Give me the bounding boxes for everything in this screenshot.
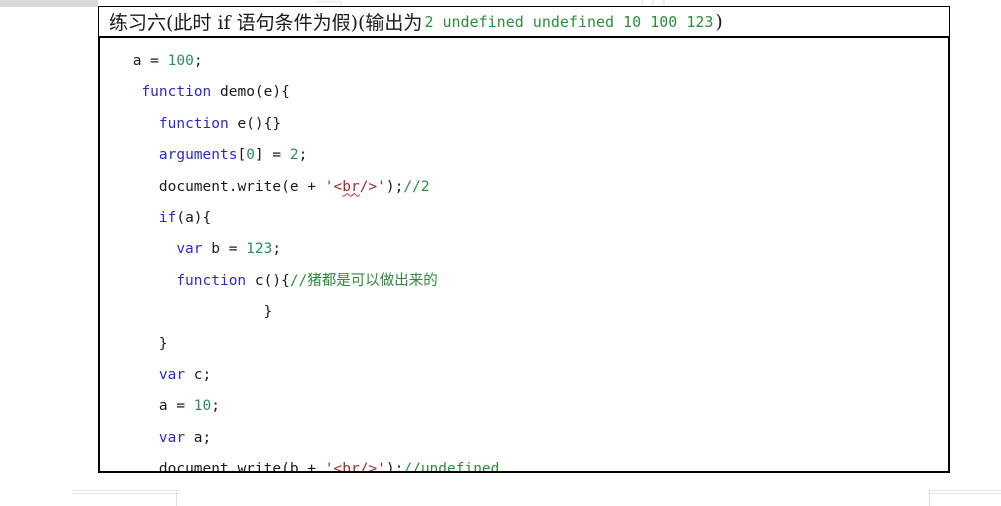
code-token-plain: document.write(b + [158, 461, 325, 473]
code-token-plain: ; [272, 241, 282, 258]
code-token-plain: ); [385, 178, 404, 195]
code-token-str: '< [324, 178, 343, 195]
code-line: document.write(e + '<br/>');//2 [100, 172, 948, 203]
exercise-title-bar: 练习六(此时 if 语句条件为假)(输出为 2 undefined undefi… [98, 6, 950, 37]
code-line: function c(){//猪都是可以做出来的 [100, 266, 948, 297]
code-token-plain: (a){ [176, 209, 212, 226]
code-token-cmt: //2 [403, 178, 430, 195]
code-token-plain: a = [132, 53, 168, 69]
code-line: function demo(e){ [100, 77, 948, 108]
code-token-plain: c; [185, 366, 212, 383]
code-token-num: 0 [246, 147, 255, 164]
code-token-num: 100 [167, 53, 194, 69]
page-title-suffix: ) [715, 10, 723, 33]
code-token-plain: e(){} [228, 115, 282, 132]
code-line: } [100, 297, 948, 328]
code-token-kw: var [158, 366, 186, 383]
code-line: function e(){} [100, 109, 948, 140]
code-token-string-misspelled: br [342, 461, 360, 473]
page-crop-mark-right [920, 486, 1001, 506]
code-token-num: 123 [246, 241, 273, 258]
code-token-kw: var [158, 429, 186, 446]
code-token-string-misspelled: br [342, 178, 360, 195]
code-token-kw: var [176, 241, 203, 258]
code-token-plain: } [158, 335, 168, 352]
expected-output-values: 2 undefined undefined 10 100 123 [424, 12, 714, 31]
code-token-plain: ); [385, 461, 404, 473]
code-token-kw: function [141, 84, 212, 101]
code-token-plain: b = [202, 241, 247, 258]
code-token-kw: function [176, 272, 247, 289]
code-token-kw: function [158, 115, 229, 132]
page-title: 练习六(此时 if 语句条件为假)(输出为 [109, 12, 423, 34]
code-token-kw: arguments [158, 147, 238, 164]
code-token-num: 2 [289, 147, 299, 164]
code-line: a = 10; [100, 391, 948, 422]
code-token-plain: ; [298, 147, 308, 164]
code-line: var c; [100, 360, 948, 391]
page-top-gutter [0, 0, 98, 7]
code-token-plain: ; [193, 53, 203, 69]
code-line: arguments[0] = 2; [100, 140, 948, 171]
code-token-plain: [ [237, 147, 247, 164]
code-token-plain: a; [185, 429, 212, 446]
code-token-plain: ] = [254, 147, 290, 164]
code-line: var a; [100, 423, 948, 454]
code-block: a = 100; function demo(e){function e(){} a… [98, 37, 950, 473]
code-token-plain: } [263, 304, 273, 321]
page-crop-mark-left [72, 486, 182, 506]
code-token-str: '< [324, 461, 343, 473]
code-line: a = 100; [100, 46, 948, 77]
code-token-num: 10 [193, 398, 212, 415]
code-line: var b = 123; [100, 234, 948, 265]
code-token-plain: a = [158, 398, 194, 415]
code-token-kw: if [158, 209, 177, 226]
code-token-plain: c(){ [246, 272, 290, 289]
code-token-cmt: //猪都是可以做出来的 [289, 272, 438, 289]
code-token-plain: demo(e){ [211, 84, 290, 101]
document-body: 练习六(此时 if 语句条件为假)(输出为 2 undefined undefi… [98, 6, 950, 473]
code-line: } [100, 329, 948, 360]
code-token-plain: ; [211, 398, 220, 415]
code-token-plain: document.write(e + [158, 178, 325, 195]
code-token-str: />' [359, 461, 386, 473]
code-line: document.write(b + '<br/>');//undefined [100, 454, 948, 473]
code-token-str: />' [359, 178, 386, 195]
code-line: if(a){ [100, 203, 948, 234]
code-token-cmt: //undefined [403, 461, 500, 473]
